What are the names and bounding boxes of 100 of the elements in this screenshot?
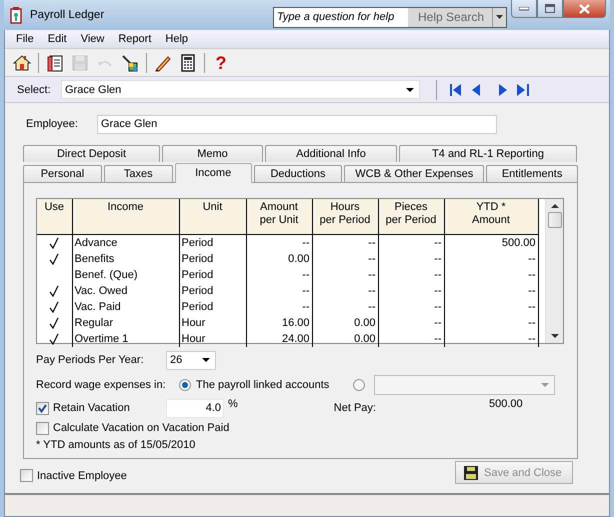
next-button[interactable]	[499, 84, 507, 96]
check-icon	[38, 404, 47, 412]
table-cell: 500.00	[444, 234, 538, 251]
first-icon	[450, 84, 462, 96]
caret-icon	[541, 383, 550, 387]
table-cell: --	[312, 267, 378, 283]
radio-label: The payroll linked accounts	[196, 379, 330, 391]
wand-icon	[121, 54, 139, 72]
footnote: * YTD amounts as of 15/05/2010	[36, 439, 196, 451]
column-header: Amount per Unit	[260, 201, 298, 226]
tab[interactable]: Personal	[23, 165, 102, 182]
caret-icon	[202, 358, 210, 362]
maximize-button[interactable]	[537, 0, 563, 18]
help-button[interactable]: ?	[210, 52, 232, 74]
table-cell: --	[246, 299, 312, 315]
book-icon	[46, 54, 64, 72]
maximize-icon	[545, 4, 555, 13]
scrollbar[interactable]	[545, 199, 563, 343]
table-cell: --	[444, 267, 538, 283]
table-cell: --	[444, 251, 538, 267]
table-cell: 0.00	[246, 251, 312, 267]
table-cell: Period	[179, 234, 246, 251]
close-button[interactable]	[563, 0, 606, 18]
tab[interactable]: Direct Deposit	[23, 145, 160, 162]
employee-select[interactable]: Grace Glen	[61, 80, 420, 99]
net-pay-value: 500.00	[488, 398, 523, 410]
table-cell: Vac. Owed	[72, 283, 179, 299]
table-cell: Vac. Paid	[72, 299, 179, 315]
table-cell: --	[378, 251, 444, 267]
table-cell: 0.00	[312, 315, 378, 331]
vacation-rate-field[interactable]: 4.0	[166, 398, 224, 418]
table-cell: 16.00	[246, 315, 312, 331]
menu-item[interactable]: Help	[158, 33, 196, 45]
minimize-button[interactable]	[511, 0, 537, 18]
table-cell: Overtime 1	[72, 331, 179, 347]
tab[interactable]: WCB & Other Expenses	[344, 165, 484, 182]
ledger-icon	[10, 6, 22, 24]
tab[interactable]: Additional Info	[265, 145, 397, 162]
caret-icon	[406, 88, 414, 92]
first-button[interactable]	[450, 84, 462, 96]
table-cell: --	[312, 299, 378, 315]
employee-label: Employee:	[26, 118, 79, 130]
table-cell: --	[444, 283, 538, 299]
table-cell: 0.00	[312, 331, 378, 347]
table-cell: 24.00	[246, 331, 312, 347]
table-cell: --	[378, 267, 444, 283]
pay-periods-select[interactable]: 26	[166, 350, 216, 370]
percent-label: %	[228, 398, 238, 410]
column-header: Unit	[202, 201, 222, 213]
table-cell: Period	[179, 283, 246, 299]
help-search-button[interactable]: Help Search	[408, 8, 492, 26]
last-icon	[517, 84, 529, 96]
checkbox-label: Retain Vacation	[53, 402, 130, 414]
table-cell: Advance	[72, 234, 179, 251]
checkbox[interactable]	[20, 469, 33, 482]
table-cell: Benef. (Que)	[72, 267, 179, 283]
tab[interactable]: Entitlements	[486, 165, 578, 182]
column-header: Pieces per Period	[386, 201, 436, 226]
column-header: Use	[44, 201, 64, 213]
column-header: YTD * Amount	[472, 201, 510, 226]
table-cell: Hour	[179, 331, 246, 347]
tab[interactable]: T4 and RL-1 Reporting	[399, 145, 577, 162]
tab[interactable]: Memo	[162, 145, 263, 162]
table-cell: Regular	[72, 315, 179, 331]
last-button[interactable]	[517, 84, 529, 96]
radio-button[interactable]	[353, 379, 366, 391]
table-cell: --	[246, 283, 312, 299]
checkbox[interactable]	[36, 402, 49, 414]
table-cell: --	[312, 234, 378, 251]
table-cell: Benefits	[72, 251, 179, 267]
checkbox[interactable]	[36, 422, 49, 434]
home-icon	[13, 54, 31, 72]
pay-periods-label: Pay Periods Per Year:	[36, 354, 145, 366]
table-cell: --	[312, 251, 378, 267]
scroll-up-icon	[550, 204, 558, 208]
save-icon	[464, 466, 478, 480]
tab[interactable]: Taxes	[104, 165, 173, 182]
undo-icon	[98, 58, 112, 66]
menu-item[interactable]: View	[74, 33, 112, 45]
caret-icon	[496, 15, 503, 19]
checkbox-label: Calculate Vacation on Vacation Paid	[53, 422, 230, 434]
help-search-field[interactable]: Type a question for help Help Search	[273, 6, 507, 28]
table-cell: --	[378, 315, 444, 331]
table-cell: --	[378, 234, 444, 251]
table-cell: --	[246, 234, 312, 251]
employee-field[interactable]: Grace Glen	[97, 114, 497, 134]
tab[interactable]: Deductions	[254, 165, 342, 182]
table-cell: --	[246, 267, 312, 283]
radio-button[interactable]	[179, 379, 191, 391]
calculator-icon	[179, 54, 197, 72]
table-cell: Period	[179, 267, 246, 283]
scroll-thumb[interactable]	[548, 212, 562, 228]
minimize-icon	[519, 6, 529, 10]
menu-item[interactable]: File	[9, 33, 41, 45]
table-cell: --	[312, 283, 378, 299]
previous-button[interactable]	[472, 84, 480, 96]
menu-item[interactable]: Edit	[40, 33, 74, 45]
window-title: Payroll Ledger	[30, 9, 106, 21]
tab[interactable]: Income	[174, 163, 252, 183]
menu-item[interactable]: Report	[111, 33, 158, 45]
